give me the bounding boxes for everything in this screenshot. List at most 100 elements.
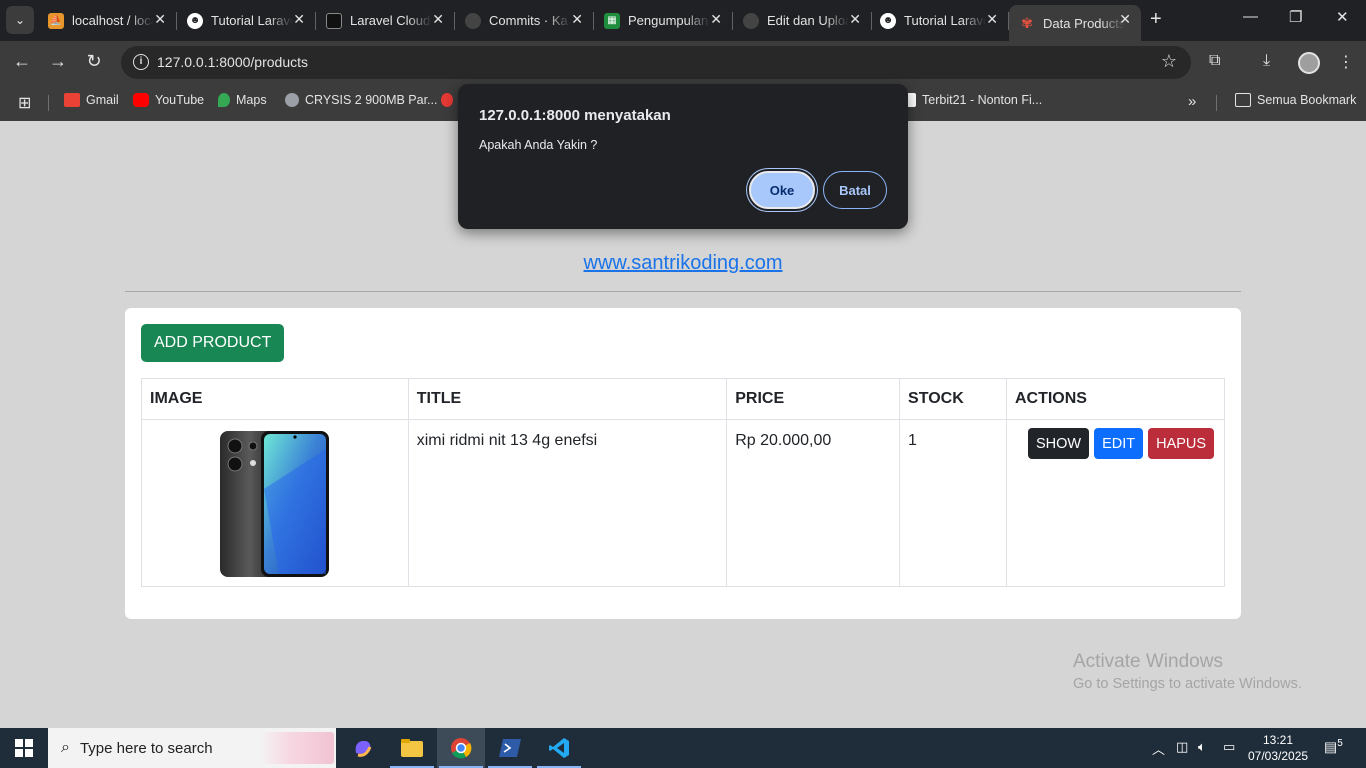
tab-title: Tutorial Laravel [904, 13, 986, 28]
table-header-row: IMAGE TITLE PRICE STOCK ACTIONS [141, 378, 1226, 420]
tab-tutorial-laravel-2[interactable]: ☻ Tutorial Laravel ✕ [870, 5, 1009, 36]
show-button[interactable]: SHOW [1027, 428, 1090, 459]
tab-edit-upload[interactable]: Edit dan Upload ✕ [733, 5, 872, 36]
activate-windows-watermark: Activate Windows Go to Settings to activ… [1073, 651, 1302, 692]
dialog-title: 127.0.0.1:8000 menyatakan [479, 107, 671, 124]
tab-title: Pengumpulan [628, 13, 709, 28]
tray-overflow-icon[interactable]: ︿ [1152, 739, 1165, 758]
search-placeholder: Type here to search [79, 739, 213, 757]
notification-center-icon[interactable]: ▤5 [1324, 738, 1343, 756]
volume-muted-icon[interactable]: 🔈︎ [1198, 739, 1206, 755]
minimize-icon[interactable]: — [1243, 8, 1258, 25]
taskbar-search[interactable]: ⌕ Type here to search [48, 728, 336, 768]
browser-toolbar: ← → ↻ i 127.0.0.1:8000/products ☆ ⧉ ⤓ ⋮ [0, 41, 1366, 85]
dialog-ok-button[interactable]: Oke [749, 171, 815, 209]
delete-button[interactable]: HAPUS [1148, 428, 1215, 459]
product-image [219, 431, 329, 577]
bookmark-youtube[interactable]: YouTube [133, 93, 204, 107]
tab-pengumpulan[interactable]: ▦ Pengumpulan ✕ [594, 5, 733, 36]
site-link[interactable]: www.santrikoding.com [0, 252, 1366, 275]
bookmark-crysis[interactable]: CRYSIS 2 900MB Par... [285, 93, 437, 107]
laravel-icon: ✾ [1021, 14, 1033, 31]
bookmark-site-icon [441, 93, 453, 107]
watermark-title: Activate Windows [1073, 651, 1223, 672]
bookmarks-overflow-icon[interactable]: » [1188, 93, 1196, 110]
add-product-button[interactable]: ADD PRODUCT [141, 324, 285, 362]
back-icon[interactable]: ← [10, 51, 34, 72]
product-title: ximi ridmi nit 13 4g enefsi [407, 419, 728, 587]
tab-title: Edit dan Upload [767, 13, 849, 28]
product-price: Rp 20.000,00 [726, 419, 901, 587]
vscode-logo [549, 738, 569, 758]
tab-laravel-cloud[interactable]: Laravel Cloud ✕ [316, 5, 455, 36]
restore-icon[interactable]: ❐ [1289, 8, 1302, 26]
close-icon[interactable]: ✕ [571, 11, 583, 28]
bookmark-label: Terbit21 - Nonton Fi... [922, 93, 1043, 107]
clock-time: 13:21 [1262, 733, 1294, 747]
product-stock: 1 [899, 419, 1007, 587]
start-button[interactable] [0, 728, 48, 768]
tab-search-button[interactable]: ⌄ [6, 6, 34, 34]
close-icon[interactable]: ✕ [1119, 11, 1131, 28]
browser-tab-strip: ⌄ ⛵ localhost / localhost ✕ ☻ Tutorial L… [0, 0, 1366, 41]
bookmark-label: CRYSIS 2 900MB Par... [305, 93, 438, 107]
github-icon [743, 12, 759, 29]
close-icon[interactable]: ✕ [432, 11, 444, 28]
clock-date: 07/03/2025 [1248, 749, 1309, 763]
network-icon[interactable]: ▭ [1223, 739, 1235, 755]
tab-data-products[interactable]: ✾ Data Products ✕ [1009, 5, 1141, 41]
bookmark-terbit21[interactable]: Terbit21 - Nonton Fi... [905, 93, 1042, 107]
bookmark-maps[interactable]: Maps [218, 93, 267, 107]
close-icon[interactable]: ✕ [710, 11, 722, 28]
product-actions-cell: SHOW EDIT HAPUS [1005, 419, 1226, 587]
tab-title: Laravel Cloud [350, 13, 431, 28]
bookmark-label: YouTube [155, 93, 205, 107]
bookmark-label: Maps [236, 93, 267, 107]
close-icon[interactable]: ✕ [849, 11, 861, 28]
apps-grid-icon[interactable]: ⊞ [18, 93, 31, 113]
vscode-icon[interactable] [535, 728, 583, 768]
tab-tutorial-laravel[interactable]: ☻ Tutorial Laravel ✕ [177, 5, 316, 36]
globe-icon [285, 93, 299, 107]
window-close-icon[interactable]: ✕ [1336, 8, 1349, 26]
profile-avatar[interactable] [1298, 52, 1320, 74]
site-info-icon[interactable]: i [133, 54, 149, 70]
folder-icon [1235, 93, 1251, 107]
bookmark-divider [1216, 95, 1217, 111]
close-icon[interactable]: ✕ [986, 11, 998, 28]
chrome-logo [451, 738, 472, 759]
address-url[interactable]: 127.0.0.1:8000/products [157, 54, 308, 70]
edit-button[interactable]: EDIT [1094, 428, 1144, 459]
column-header-title: TITLE [407, 378, 728, 420]
folder-logo [401, 739, 423, 757]
dialog-message: Apakah Anda Yakin ? [479, 138, 598, 152]
tab-localhost[interactable]: ⛵ localhost / localhost ✕ [38, 5, 177, 36]
powershell-icon[interactable] [486, 728, 534, 768]
reload-icon[interactable]: ↻ [82, 51, 106, 72]
copilot-icon[interactable] [339, 728, 387, 768]
address-bar[interactable]: i 127.0.0.1:8000/products ☆ [121, 46, 1191, 79]
table-row: ximi ridmi nit 13 4g enefsi Rp 20.000,00… [141, 419, 1226, 587]
extensions-icon[interactable]: ⧉ [1209, 52, 1220, 70]
chrome-icon[interactable] [437, 728, 485, 768]
column-header-price: PRICE [726, 378, 901, 420]
google-sheets-icon: ▦ [604, 12, 620, 29]
forward-icon[interactable]: → [46, 51, 70, 72]
divider [125, 291, 1241, 292]
close-icon[interactable]: ✕ [293, 11, 305, 28]
product-image-cell [141, 419, 409, 587]
taskbar-clock[interactable]: 13:21 07/03/2025 [1248, 732, 1308, 764]
new-tab-button[interactable]: + [1150, 8, 1162, 31]
meet-now-icon[interactable]: ◫ [1176, 739, 1188, 755]
dialog-cancel-button[interactable]: Batal [823, 171, 887, 209]
download-icon[interactable]: ⤓ [1263, 52, 1270, 70]
tab-commits[interactable]: Commits · Ka ✕ [455, 5, 594, 36]
products-table: IMAGE TITLE PRICE STOCK ACTIONS ximi rid… [141, 378, 1226, 587]
bookmark-partial[interactable] [441, 93, 459, 107]
file-explorer-icon[interactable] [388, 728, 436, 768]
bookmark-gmail[interactable]: Gmail [64, 93, 119, 107]
bookmark-star-icon[interactable]: ☆ [1161, 51, 1177, 72]
all-bookmarks[interactable]: Semua Bookmark [1235, 93, 1356, 107]
more-menu-icon[interactable]: ⋮ [1338, 52, 1354, 72]
close-icon[interactable]: ✕ [154, 11, 166, 28]
